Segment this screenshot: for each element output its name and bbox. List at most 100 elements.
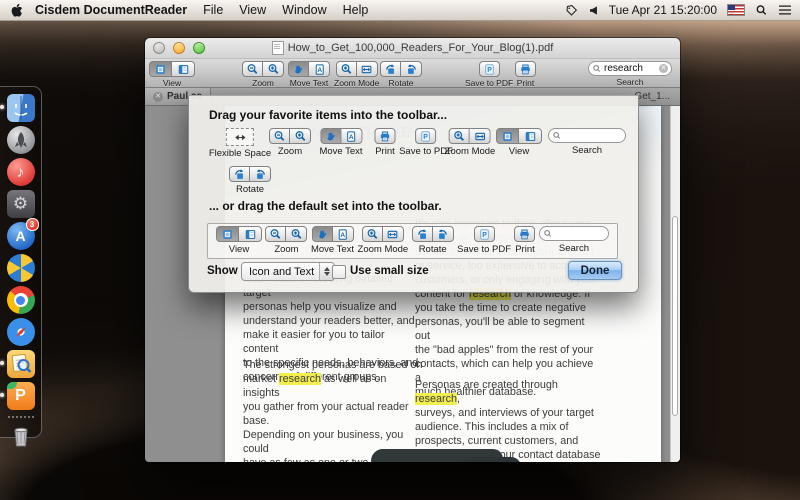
scrollbar-thumb[interactable] <box>672 216 678 416</box>
dock-item-app-store[interactable]: A 3 <box>6 218 39 251</box>
dock-item-cisdem-pdf[interactable]: P <box>0 381 36 411</box>
view-sidebar-button[interactable] <box>239 226 262 242</box>
zoom-out-button[interactable] <box>265 226 287 242</box>
default-zoom-mode[interactable]: Zoom Mode <box>358 226 408 255</box>
zoom-out-button[interactable] <box>242 61 263 77</box>
search-field[interactable] <box>548 128 626 143</box>
default-print[interactable]: Print <box>514 226 536 255</box>
search-input[interactable]: research ✕ <box>588 61 672 76</box>
rotate-left-button[interactable] <box>411 226 433 242</box>
zoom-out-button[interactable] <box>269 128 290 144</box>
save-to-pdf-button[interactable] <box>473 226 495 242</box>
default-zoom[interactable]: Zoom <box>265 226 308 255</box>
print-button[interactable] <box>514 226 536 242</box>
dock: ♪ ⚙ A 3 P <box>0 86 42 447</box>
use-small-size-label: Use small size <box>350 265 429 277</box>
default-toolbar-set[interactable]: View Zoom Move Text Zoom Mode Rotate Sav… <box>207 223 618 259</box>
input-language-flag-icon[interactable] <box>727 4 745 16</box>
clear-search-icon[interactable]: ✕ <box>659 64 668 73</box>
palette-view[interactable]: View <box>496 128 542 157</box>
dock-item-trash[interactable] <box>6 422 36 452</box>
view-sidebar-button[interactable] <box>172 61 195 77</box>
trash-icon <box>7 423 35 451</box>
view-page-button[interactable] <box>496 128 519 144</box>
zoom-in-button[interactable] <box>263 61 284 77</box>
rotate-label: Rotate <box>388 78 414 88</box>
move-text-label: Move Text <box>289 78 329 88</box>
move-hand-button[interactable] <box>311 226 333 242</box>
default-save-to-pdf[interactable]: Save to PDF <box>457 226 511 255</box>
text-select-button[interactable] <box>309 61 330 77</box>
dock-item-chrome[interactable] <box>6 285 36 315</box>
zoom-marquee-button[interactable] <box>361 226 383 242</box>
move-hand-button[interactable] <box>320 128 341 144</box>
move-hand-button[interactable] <box>288 61 309 77</box>
menu-view[interactable]: View <box>239 3 266 17</box>
dock-item-cisdem-app[interactable] <box>6 253 36 283</box>
zoom-in-button[interactable] <box>286 226 308 242</box>
print-button[interactable] <box>515 61 536 77</box>
text-select-button[interactable] <box>332 226 354 242</box>
menu-file[interactable]: File <box>203 3 223 17</box>
close-button[interactable] <box>153 42 165 54</box>
palette-move-text[interactable]: Move Text <box>319 128 363 157</box>
apple-menu-icon[interactable] <box>10 3 23 18</box>
active-app-menu[interactable]: Cisdem DocumentReader <box>35 3 187 17</box>
done-button[interactable]: Done <box>568 261 622 280</box>
fit-width-button[interactable] <box>356 61 378 77</box>
menu-clock[interactable]: Tue Apr 21 15:20:00 <box>609 3 717 17</box>
view-page-button[interactable] <box>216 226 239 242</box>
print-button[interactable] <box>374 128 396 144</box>
palette-zoom[interactable]: Zoom <box>269 128 311 157</box>
dock-item-itunes[interactable]: ♪ <box>6 157 36 187</box>
zoom-marquee-button[interactable] <box>449 128 470 144</box>
default-rotate[interactable]: Rotate <box>411 226 454 255</box>
palette-search[interactable]: Search <box>548 128 626 156</box>
view-page-button[interactable] <box>149 61 172 77</box>
volume-menu-icon[interactable] <box>588 5 599 16</box>
palette-flexible-space[interactable]: Flexible Space <box>209 128 271 159</box>
default-view[interactable]: View <box>216 226 262 255</box>
zoom-marquee-button[interactable] <box>335 61 357 77</box>
spotlight-icon[interactable] <box>755 4 768 17</box>
vertical-scrollbar[interactable] <box>670 106 680 462</box>
zoom-button[interactable] <box>193 42 205 54</box>
minimize-button[interactable] <box>173 42 185 54</box>
title-bar[interactable]: How_to_Get_100,000_Readers_For_Your_Blog… <box>145 38 680 59</box>
palette-zoom-mode[interactable]: Zoom Mode <box>445 128 495 157</box>
menu-help[interactable]: Help <box>343 3 369 17</box>
dock-item-system-preferences[interactable]: ⚙ <box>6 189 36 219</box>
default-search[interactable]: Search <box>538 226 609 254</box>
view-sidebar-button[interactable] <box>519 128 542 144</box>
zoom-in-button[interactable] <box>290 128 311 144</box>
show-mode-select[interactable]: Icon and Text <box>241 262 335 281</box>
use-small-size-checkbox[interactable] <box>332 265 346 279</box>
rotate-right-button[interactable] <box>250 166 271 182</box>
print-label: Print <box>516 78 535 88</box>
search-field[interactable] <box>538 226 609 241</box>
dock-item-launchpad[interactable] <box>6 125 36 155</box>
save-to-pdf-button[interactable] <box>478 61 500 77</box>
close-tab-icon[interactable]: ✕ <box>153 91 163 102</box>
menu-window[interactable]: Window <box>282 3 326 17</box>
rotate-left-button[interactable] <box>380 61 401 77</box>
rotate-right-button[interactable] <box>401 61 422 77</box>
tag-menu-icon[interactable] <box>565 4 578 17</box>
save-to-pdf-button[interactable] <box>415 128 437 144</box>
save-to-pdf-label: Save to PDF <box>465 78 514 88</box>
toolbar: View Zoom Move Text Zoom Mode Rotate Sav… <box>145 59 680 88</box>
notification-center-icon[interactable] <box>778 4 792 16</box>
fit-width-button[interactable] <box>470 128 491 144</box>
dock-item-documentreader[interactable] <box>0 349 36 379</box>
document-icon <box>271 41 284 55</box>
text-select-button[interactable] <box>341 128 362 144</box>
dock-item-finder[interactable] <box>0 93 36 123</box>
rotate-left-button[interactable] <box>229 166 250 182</box>
dock-item-safari[interactable] <box>6 317 36 347</box>
fit-width-button[interactable] <box>382 226 404 242</box>
palette-rotate[interactable]: Rotate <box>229 166 271 195</box>
rotate-right-button[interactable] <box>432 226 454 242</box>
tab-get[interactable]: Get_1... <box>634 88 670 105</box>
default-move-text[interactable]: Move Text <box>311 226 354 255</box>
palette-print[interactable]: Print <box>374 128 396 157</box>
